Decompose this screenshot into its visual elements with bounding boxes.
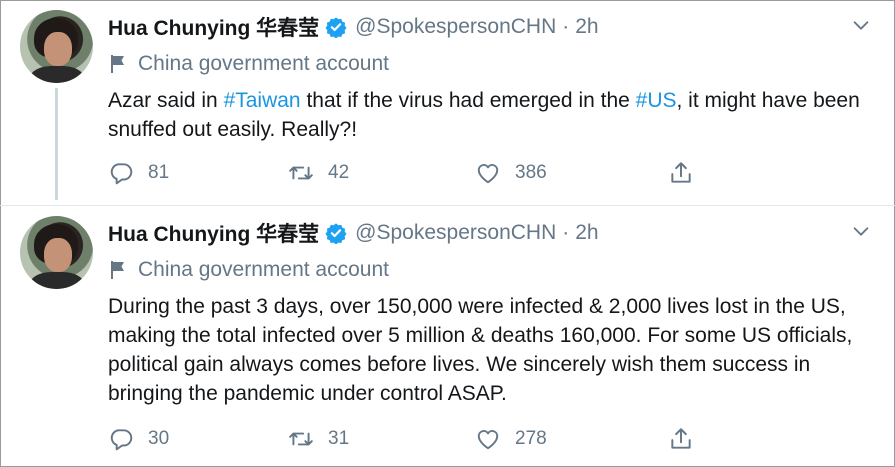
tweet[interactable]: Hua Chunying 华春莹 @SpokespersonCHN · 2h C…: [0, 206, 895, 467]
tweet-text: During the past 3 days, over 150,000 wer…: [108, 295, 853, 405]
timestamp[interactable]: 2h: [575, 15, 598, 39]
reply-count: 30: [148, 428, 170, 449]
avatar[interactable]: [20, 216, 93, 289]
author-handle[interactable]: @SpokespersonCHN: [355, 15, 556, 39]
author-handle[interactable]: @SpokespersonCHN: [355, 221, 556, 245]
verified-badge-icon: [325, 17, 347, 38]
like-count: 278: [515, 428, 547, 449]
heart-icon: [477, 430, 499, 450]
avatar[interactable]: [20, 10, 93, 83]
reply-button[interactable]: 81: [108, 160, 169, 186]
timestamp[interactable]: 2h: [575, 221, 598, 245]
hashtag-link[interactable]: #US: [636, 89, 677, 112]
like-button[interactable]: 386: [475, 160, 547, 186]
heart-icon: [477, 164, 499, 184]
author-name[interactable]: Hua Chunying 华春莹: [108, 218, 319, 248]
government-account-label[interactable]: China government account: [108, 256, 389, 284]
retweet-icon: [289, 166, 313, 180]
share-icon: [671, 162, 691, 183]
reply-button[interactable]: 30: [108, 426, 169, 452]
like-count: 386: [515, 162, 547, 183]
retweet-count: 31: [328, 428, 350, 449]
reply-icon: [110, 429, 133, 451]
retweet-count: 42: [328, 162, 350, 183]
reply-count: 81: [148, 162, 170, 183]
chevron-down-icon[interactable]: [850, 220, 872, 242]
share-button[interactable]: [668, 426, 694, 452]
reply-icon: [110, 163, 133, 185]
retweet-icon: [289, 432, 313, 446]
text-segment: Azar said in: [108, 89, 224, 112]
action-bar: 30 31 278: [108, 424, 708, 454]
tweet[interactable]: Hua Chunying 华春莹 @SpokespersonCHN · 2h C…: [0, 0, 895, 206]
flag-icon: [111, 55, 124, 73]
tweet-header: Hua Chunying 华春莹 @SpokespersonCHN · 2h: [108, 218, 599, 248]
thread-connector-line: [55, 88, 58, 200]
retweet-button[interactable]: 42: [288, 160, 349, 186]
chevron-down-icon[interactable]: [850, 14, 872, 36]
separator-dot: ·: [562, 221, 570, 244]
government-account-label[interactable]: China government account: [108, 50, 389, 78]
action-bar: 81 42 386: [108, 158, 708, 188]
label-text: China government account: [138, 258, 389, 281]
label-text: China government account: [138, 52, 389, 75]
tweet-text: Azar said in #Taiwan that if the virus h…: [108, 86, 878, 144]
like-button[interactable]: 278: [475, 426, 547, 452]
share-icon: [671, 428, 691, 449]
verified-badge-icon: [325, 223, 347, 244]
separator-dot: ·: [562, 15, 570, 38]
tweet-header: Hua Chunying 华春莹 @SpokespersonCHN · 2h: [108, 12, 599, 42]
text-segment: that if the virus had emerged in the: [300, 89, 636, 112]
hashtag-link[interactable]: #Taiwan: [224, 89, 301, 112]
share-button[interactable]: [668, 160, 694, 186]
retweet-button[interactable]: 31: [288, 426, 349, 452]
author-name[interactable]: Hua Chunying 华春莹: [108, 12, 319, 42]
flag-icon: [111, 261, 124, 279]
